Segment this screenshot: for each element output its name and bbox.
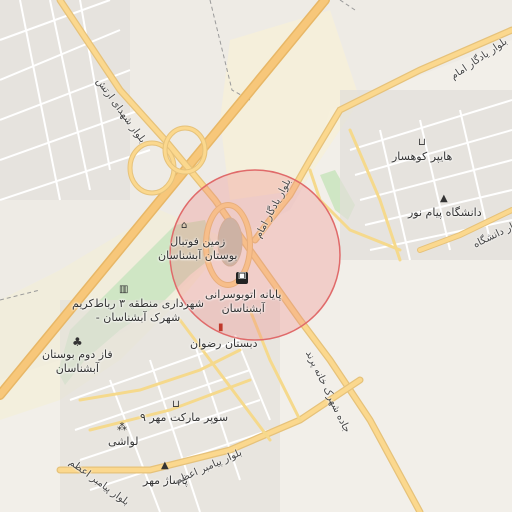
poi-football-field[interactable]: زمین فوتبال بوستان آبشناسان — [158, 235, 237, 263]
map-view[interactable]: ⌂ ▣ ▥ ♣ ▮ ⊔ ⁂ ▲ ⊔ ▲ زمین فوتبال بوستان آ… — [0, 0, 512, 512]
bus-icon[interactable]: ▣ — [236, 272, 248, 284]
school-icon[interactable]: ▮ — [218, 323, 224, 333]
stadium-icon[interactable]: ⌂ — [181, 221, 187, 231]
poi-park-phase2[interactable]: فاز دوم بوستان آبشناسان — [42, 348, 113, 376]
mall-icon[interactable]: ▲ — [161, 461, 169, 471]
cart-icon[interactable]: ⊔ — [172, 400, 180, 410]
poi-supermarket[interactable]: سوپر مارکت مهر ۹ — [140, 411, 228, 425]
poi-school[interactable]: دبستان رضوان — [190, 337, 258, 351]
map-canvas — [0, 0, 512, 512]
government-icon[interactable]: ▥ — [119, 285, 128, 295]
poi-hyper[interactable]: هایپر کوهسار — [392, 150, 452, 164]
poi-municipality[interactable]: شهرداری منطقه ۳ رباط‌کریم - شهرک آبشناسا… — [72, 297, 204, 325]
poi-university[interactable]: دانشگاه پیام نور — [408, 206, 482, 220]
poi-bus-terminal[interactable]: پایانه اتوبوسرانی آبشناسان — [205, 288, 281, 316]
cart-icon[interactable]: ⊔ — [418, 138, 426, 148]
poi-lavashi[interactable]: لواشی — [108, 435, 138, 449]
cluster-icon[interactable]: ⁂ — [117, 423, 127, 433]
tree-icon[interactable]: ♣ — [72, 336, 83, 348]
graduation-cap-icon[interactable]: ▲ — [440, 194, 448, 204]
